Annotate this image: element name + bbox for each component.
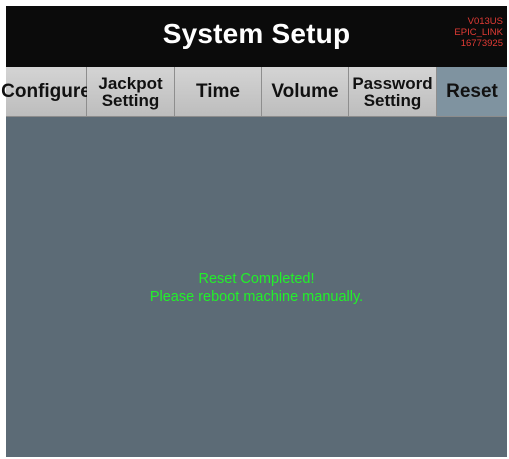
tab-password-setting[interactable]: Password Setting [349, 67, 437, 116]
version-info: V013US EPIC_LINK 16773925 [454, 16, 503, 49]
tab-password-setting-label: Password Setting [352, 75, 432, 109]
tab-volume[interactable]: Volume [262, 67, 349, 116]
tab-jackpot-setting-label-line1: Jackpot [98, 73, 163, 93]
tab-password-setting-label-line2: Setting [363, 90, 422, 110]
tab-configure[interactable]: Configure [1, 67, 91, 116]
tab-time[interactable]: Time [175, 67, 262, 116]
tab-jackpot-setting-label-line2: Setting [101, 90, 160, 110]
version-code: V013US [467, 16, 503, 27]
tab-configure-label: Configure [1, 80, 91, 102]
setup-screen: System Setup V013US EPIC_LINK 16773925 C… [1, 6, 507, 457]
header-bar: System Setup V013US EPIC_LINK 16773925 [6, 6, 507, 67]
tab-reset-label: Reset [446, 80, 498, 102]
page-title: System Setup [162, 18, 351, 49]
tab-volume-label: Volume [271, 80, 339, 102]
status-message: Reset Completed! Please reboot machine m… [6, 270, 507, 306]
reboot-instruction-text: Please reboot machine manually. [149, 289, 364, 305]
tab-password-setting-label-line1: Password [352, 73, 433, 93]
link-name: EPIC_LINK [454, 27, 503, 38]
tab-bar: Configure Jackpot Setting Time Volume Pa… [1, 67, 507, 117]
tab-reset[interactable]: Reset [437, 67, 507, 116]
reset-completed-text: Reset Completed! [198, 271, 315, 287]
tab-time-label: Time [195, 80, 240, 102]
tab-jackpot-setting[interactable]: Jackpot Setting [87, 67, 175, 116]
machine-id: 16773925 [460, 38, 503, 49]
tab-jackpot-setting-label: Jackpot Setting [98, 75, 162, 109]
